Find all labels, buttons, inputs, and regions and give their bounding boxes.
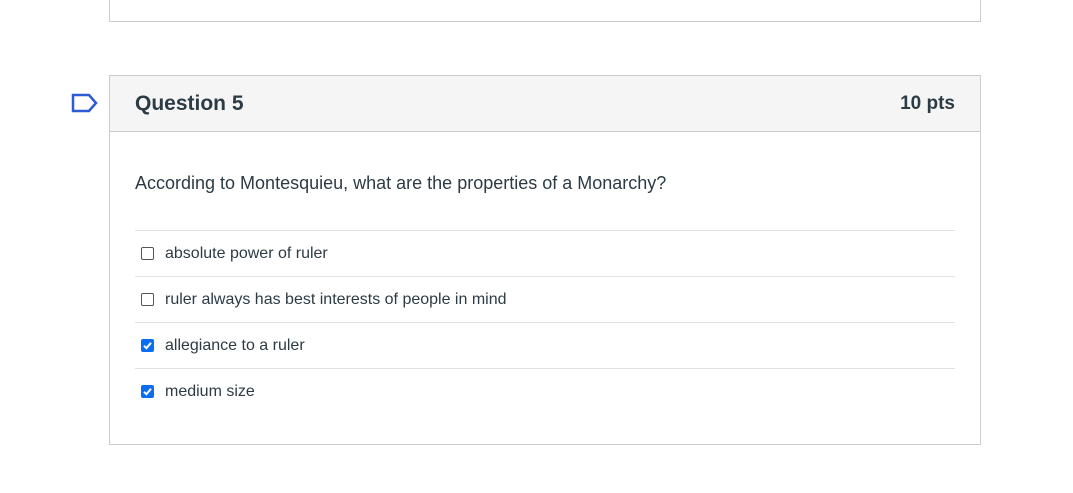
answer-option[interactable]: ruler always has best interests of peopl… [135,276,955,322]
answer-label[interactable]: medium size [165,383,255,401]
answer-list: absolute power of ruler ruler always has… [135,230,955,414]
answer-checkbox[interactable] [141,293,154,306]
bookmark-flag-icon[interactable] [71,93,99,113]
answer-label[interactable]: absolute power of ruler [165,245,328,263]
answer-checkbox[interactable] [141,339,154,352]
question-points: 10 pts [900,92,955,114]
answer-label[interactable]: allegiance to a ruler [165,337,305,355]
question-title: Question 5 [135,91,244,115]
answer-checkbox[interactable] [141,385,154,398]
answer-checkbox[interactable] [141,247,154,260]
question-card: Question 5 10 pts According to Montesqui… [109,75,981,445]
previous-question-card [109,0,981,22]
answer-option[interactable]: absolute power of ruler [135,230,955,276]
question-text: According to Montesquieu, what are the p… [135,173,667,193]
answer-option[interactable]: medium size [135,368,955,414]
quiz-page: Question 5 10 pts According to Montesqui… [0,0,1073,493]
answer-option[interactable]: allegiance to a ruler [135,322,955,368]
question-header: Question 5 10 pts [110,76,980,132]
answer-label[interactable]: ruler always has best interests of peopl… [165,291,507,309]
